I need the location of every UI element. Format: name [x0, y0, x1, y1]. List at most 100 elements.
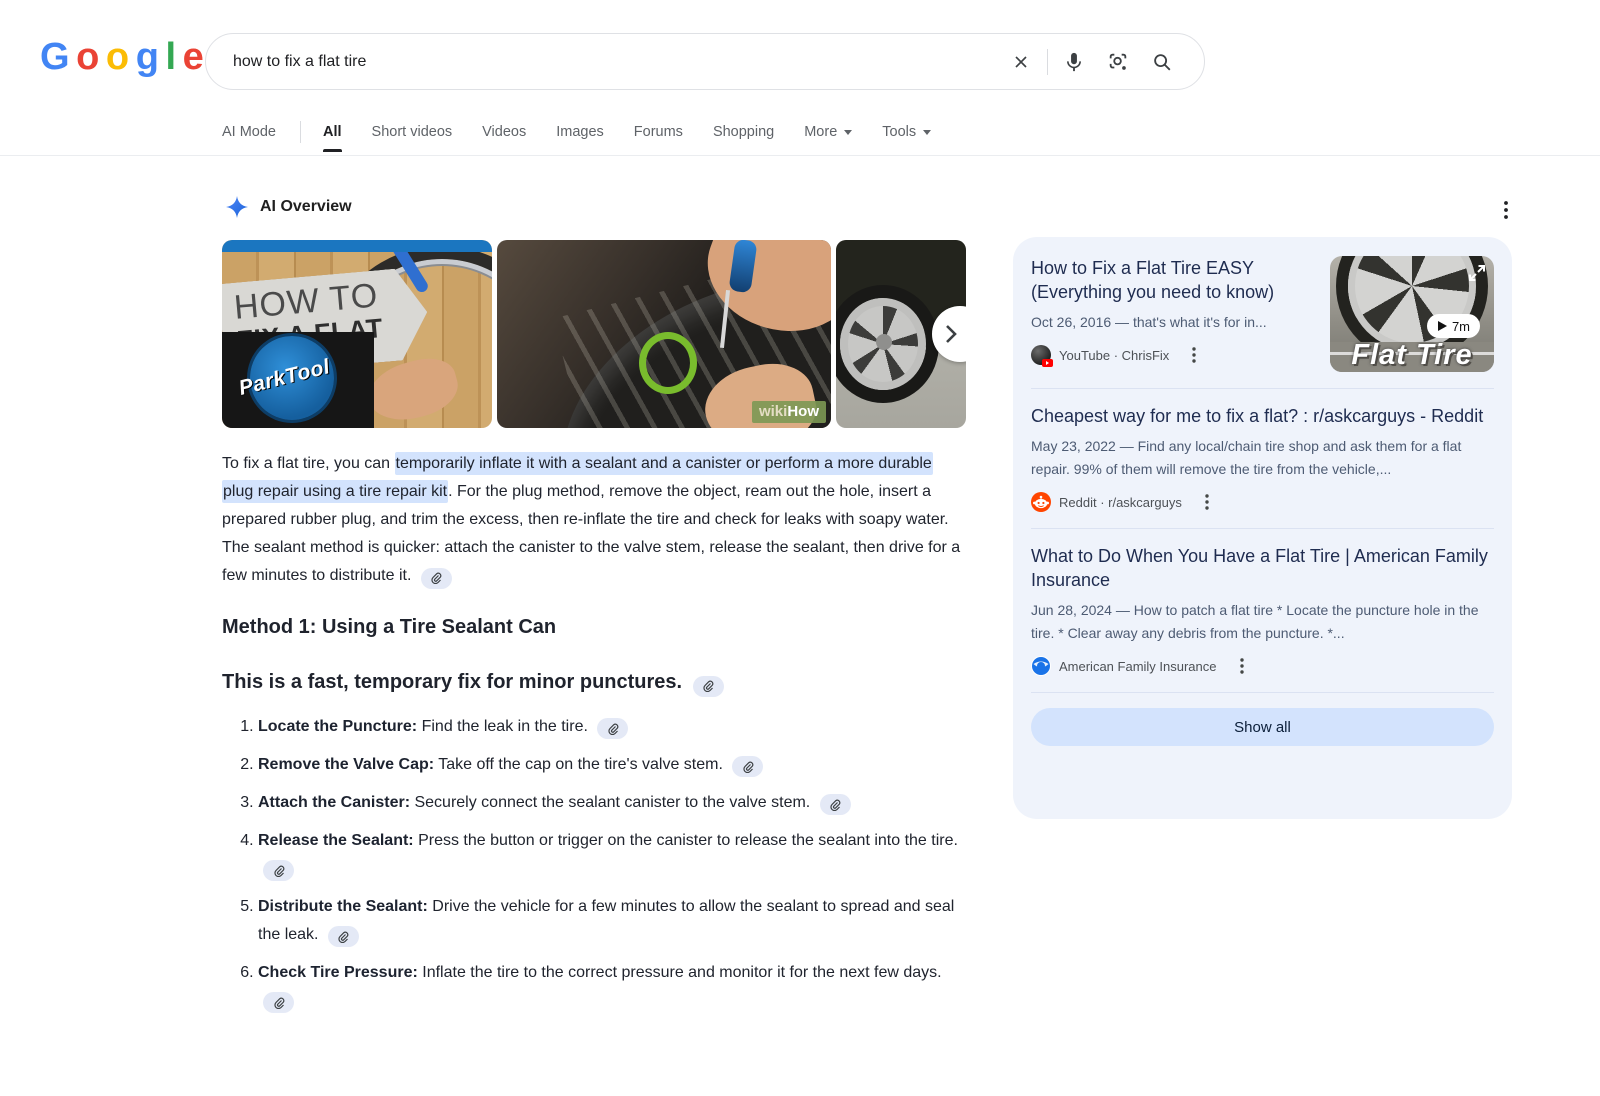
ai-sparkle-icon: [226, 196, 248, 218]
source-card-reddit[interactable]: Cheapest way for me to fix a flat? : r/a…: [1031, 404, 1494, 512]
search-header: G o o g l e: [0, 0, 1600, 100]
parktool-logo-box: ParkTool: [222, 332, 374, 428]
tab-shopping[interactable]: Shopping: [713, 112, 774, 152]
source-link-chip[interactable]: [820, 794, 851, 815]
method-subheading: This is a fast, temporary fix for minor …: [222, 671, 966, 697]
ai-summary-paragraph: To fix a flat tire, you can temporarily …: [222, 450, 966, 590]
google-logo[interactable]: G o o g l e: [40, 36, 202, 79]
tabs-divider: [300, 121, 301, 143]
reddit-favicon: [1031, 492, 1051, 512]
tab-videos[interactable]: Videos: [482, 112, 526, 152]
amfam-favicon: [1031, 656, 1051, 676]
step-title: Distribute the Sealant:: [258, 898, 428, 915]
show-all-button[interactable]: Show all: [1031, 708, 1494, 746]
step-item: Check Tire Pressure: Inflate the tire to…: [258, 959, 966, 1015]
step-title: Check Tire Pressure:: [258, 964, 418, 981]
logo-letter: o: [76, 36, 97, 79]
source-title[interactable]: How to Fix a Flat Tire EASY (Everything …: [1031, 256, 1316, 304]
search-submit-button[interactable]: [1140, 40, 1184, 84]
step-text: Inflate the tire to the correct pressure…: [422, 964, 941, 981]
video-duration-badge: 7m: [1427, 314, 1480, 338]
tab-tools[interactable]: Tools: [882, 112, 931, 152]
search-bar[interactable]: [205, 33, 1205, 90]
step-text: Securely connect the sealant canister to…: [414, 794, 810, 811]
ai-overview-content: HOW TO FIX A FLAT ParkTool wikiHow: [222, 240, 966, 1025]
source-label: Reddit · r/askcarguys: [1059, 495, 1182, 510]
kebab-menu-icon: [1205, 494, 1209, 510]
video-thumbnail[interactable]: Flat Tire 7m: [1330, 256, 1494, 372]
tab-forums[interactable]: Forums: [634, 112, 683, 152]
result-filter-tabs: AI Mode All Short videos Videos Images F…: [222, 112, 961, 152]
search-input[interactable]: [206, 53, 999, 71]
step-text: Press the button or trigger on the canis…: [418, 832, 958, 849]
source-menu-button[interactable]: [1198, 493, 1216, 511]
source-link-chip[interactable]: [732, 756, 763, 777]
source-card-amfam[interactable]: What to Do When You Have a Flat Tire | A…: [1031, 544, 1494, 676]
carousel-image-parktool[interactable]: HOW TO FIX A FLAT ParkTool: [222, 240, 492, 428]
lens-search-button[interactable]: [1096, 40, 1140, 84]
paperclip-icon: [829, 799, 841, 811]
step-text: Take off the cap on the tire's valve ste…: [438, 756, 723, 773]
source-snippet: May 23, 2022 — Find any local/chain tire…: [1031, 435, 1494, 481]
tab-more[interactable]: More: [804, 112, 852, 152]
step-title: Remove the Valve Cap:: [258, 756, 434, 773]
source-link-chip[interactable]: [263, 992, 294, 1013]
searchbar-divider: [1047, 49, 1048, 75]
youtube-badge-icon: [1042, 359, 1053, 367]
carousel-image-flat-tire[interactable]: [836, 240, 966, 428]
paperclip-icon: [273, 865, 285, 877]
step-title: Release the Sealant:: [258, 832, 414, 849]
video-duration-label: 7m: [1452, 319, 1470, 334]
paperclip-icon: [337, 931, 349, 943]
car-hub-graphic: [876, 334, 892, 350]
step-item: Locate the Puncture: Find the leak in th…: [258, 713, 966, 741]
step-text: Find the leak in the tire.: [422, 718, 588, 735]
tab-images[interactable]: Images: [556, 112, 604, 152]
source-label: American Family Insurance: [1059, 659, 1217, 674]
tab-all[interactable]: All: [323, 112, 342, 152]
voice-search-button[interactable]: [1052, 40, 1096, 84]
source-card-youtube[interactable]: How to Fix a Flat Tire EASY (Everything …: [1031, 256, 1494, 372]
tab-tools-label: Tools: [882, 124, 916, 140]
method-heading: Method 1: Using a Tire Sealant Can: [222, 616, 966, 639]
thumbnail-caption: Flat Tire: [1330, 339, 1494, 372]
source-link-chip[interactable]: [421, 568, 452, 589]
card-divider: [1031, 692, 1494, 693]
source-card-text: What to Do When You Have a Flat Tire | A…: [1031, 544, 1494, 676]
tab-short-videos[interactable]: Short videos: [372, 112, 453, 152]
summary-text-pre: To fix a flat tire, you can: [222, 455, 395, 472]
carousel-image-wikihow[interactable]: wikiHow: [497, 240, 831, 428]
ai-overview-header: AI Overview: [226, 196, 352, 218]
source-title[interactable]: What to Do When You Have a Flat Tire | A…: [1031, 544, 1494, 592]
source-menu-button[interactable]: [1185, 346, 1203, 364]
tab-more-label: More: [804, 124, 837, 140]
source-snippet: Oct 26, 2016 — that's what it's for in..…: [1031, 311, 1316, 334]
header-divider: [0, 155, 1600, 156]
ai-overview-sources-panel: How to Fix a Flat Tire EASY (Everything …: [1013, 237, 1512, 819]
source-link-chip[interactable]: [263, 860, 294, 881]
paperclip-icon: [273, 997, 285, 1009]
tab-ai-mode[interactable]: AI Mode: [222, 112, 276, 152]
source-menu-button[interactable]: [1233, 657, 1251, 675]
expand-icon[interactable]: [1468, 264, 1486, 282]
ai-overview-menu-button[interactable]: [1494, 198, 1518, 222]
paperclip-icon: [607, 723, 619, 735]
paperclip-icon: [742, 761, 754, 773]
source-attribution-row: American Family Insurance: [1031, 656, 1494, 676]
source-link-chip[interactable]: [597, 718, 628, 739]
logo-letter: g: [136, 36, 157, 79]
kebab-menu-icon: [1240, 658, 1244, 674]
wikihow-wiki-label: wiki: [759, 403, 787, 420]
wikihow-how-label: How: [787, 403, 819, 420]
play-icon: [1437, 321, 1447, 331]
clear-search-button[interactable]: [999, 40, 1043, 84]
source-attribution-row: Reddit · r/askcarguys: [1031, 492, 1494, 512]
kebab-menu-icon: [1192, 347, 1196, 363]
source-link-chip[interactable]: [693, 676, 724, 697]
step-item: Attach the Canister: Securely connect th…: [258, 789, 966, 817]
search-bar-actions: [999, 40, 1204, 84]
source-link-chip[interactable]: [328, 926, 359, 947]
source-label: YouTube · ChrisFix: [1059, 348, 1169, 363]
card-divider: [1031, 528, 1494, 529]
source-title[interactable]: Cheapest way for me to fix a flat? : r/a…: [1031, 404, 1494, 428]
